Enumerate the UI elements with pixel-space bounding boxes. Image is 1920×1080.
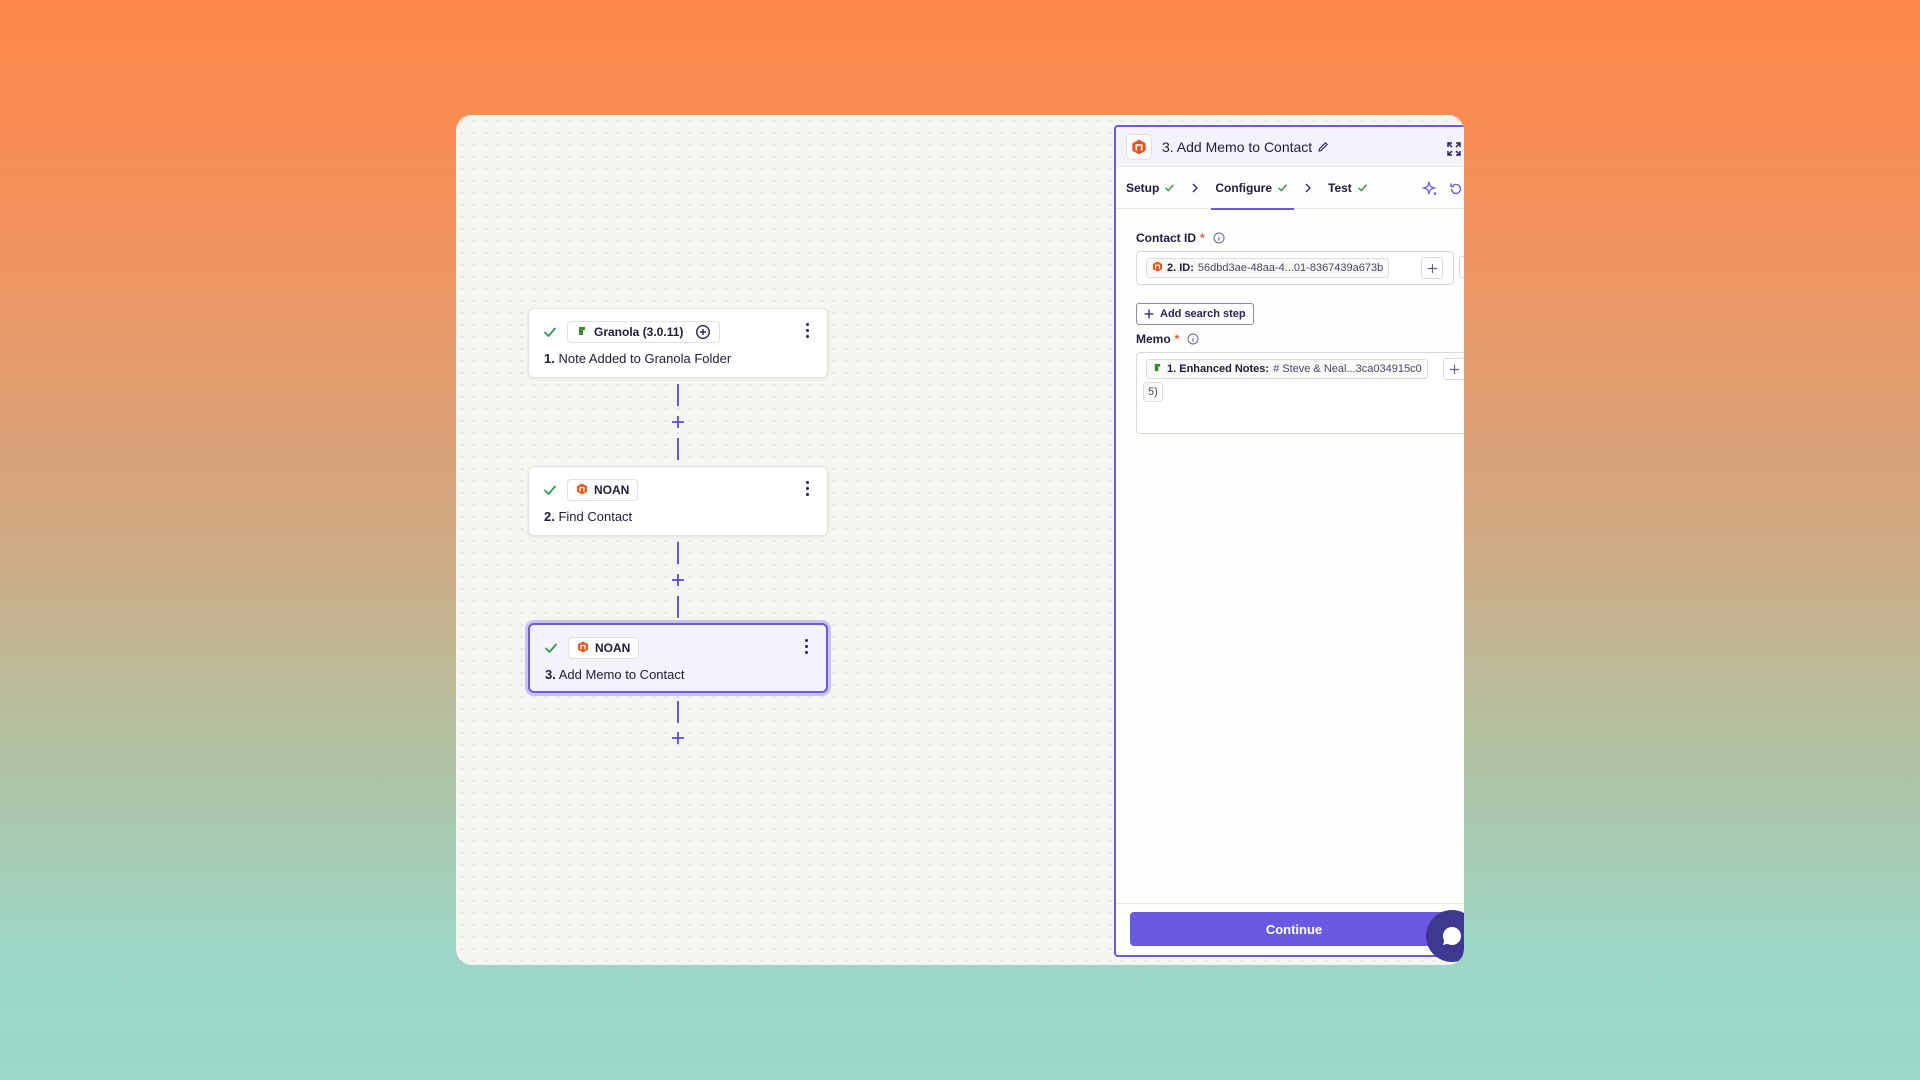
mapped-field-pill[interactable]: 1. Enhanced Notes: # Steve & Neal...3ca0… [1146, 359, 1428, 379]
step-title-text: Note Added to Granola Folder [558, 351, 732, 366]
app-chip: Granola (3.0.11) [567, 321, 721, 343]
tab-configure[interactable]: Configure [1211, 167, 1294, 210]
pill-key: 1. Enhanced Notes: [1167, 363, 1270, 375]
pill-value: # Steve & Neal...3ca034915c0 [1273, 363, 1422, 375]
step-card-header: NOAN [544, 637, 640, 659]
step-number: 3. [545, 667, 556, 682]
pill-value: 56dbd3ae-48aa-4...01-8367439a673b [1197, 262, 1384, 274]
app-name: NOAN [595, 641, 631, 655]
step-title-text: Add Memo to Contact [558, 667, 685, 682]
step-card-2[interactable]: NOAN 2. Find Contact [528, 466, 828, 536]
step-title-text: Find Contact [558, 509, 633, 524]
step-card-header: Granola (3.0.11) [543, 321, 721, 343]
step-number: 2. [544, 509, 555, 524]
insert-data-button[interactable] [1443, 358, 1464, 380]
connector-line [677, 438, 679, 460]
panel-title: 3. Add Memo to Contact [1162, 138, 1313, 155]
noan-logo-icon [576, 483, 588, 498]
field-label-text: Memo [1136, 332, 1171, 346]
step-card-3[interactable]: NOAN 3. Add Memo to Contact [528, 623, 828, 693]
field-label-text: Contact ID [1136, 231, 1196, 245]
mapped-field-pill-overflow: 5) [1143, 382, 1163, 402]
mapped-field-pill[interactable]: 2. ID: 56dbd3ae-48aa-4...01-8367439a673b [1146, 258, 1390, 278]
app-chip: NOAN [567, 479, 639, 501]
tab-test[interactable]: Test [1328, 167, 1368, 209]
plus-icon [672, 574, 684, 586]
noan-logo-icon [1152, 261, 1163, 275]
more-vertical-icon[interactable] [805, 481, 809, 497]
granola-logo-icon [576, 324, 588, 340]
plus-icon [1144, 309, 1154, 319]
chat-bubble-icon [1442, 927, 1461, 945]
check-icon [544, 641, 558, 655]
granola-logo-icon [1152, 362, 1163, 376]
pill-key: 2. ID: [1167, 262, 1194, 274]
step-tabs: Setup Configure Test [1116, 167, 1464, 210]
memo-field[interactable]: 1. Enhanced Notes: # Steve & Neal...3ca0… [1136, 352, 1464, 434]
pill-overflow-text: 5) [1148, 386, 1158, 398]
plus-icon [672, 732, 684, 744]
expand-icon[interactable] [1446, 141, 1462, 157]
step-title: 2. Find Contact [544, 509, 632, 524]
add-step-button[interactable] [669, 571, 687, 589]
app-name: Granola (3.0.11) [594, 325, 684, 339]
noan-logo-icon [577, 641, 589, 656]
more-vertical-icon[interactable] [804, 639, 808, 655]
app-chip: NOAN [568, 637, 640, 659]
info-icon[interactable] [1187, 333, 1199, 345]
plus-icon [1427, 263, 1437, 273]
plus-icon [672, 416, 684, 428]
check-icon [1278, 184, 1287, 192]
tab-setup[interactable]: Setup [1126, 167, 1175, 209]
step-editor-panel: 3. Add Memo to Contact Setup Configure T… [1114, 125, 1464, 957]
step-card-1[interactable]: Granola (3.0.11) 1. Note Added to Granol… [528, 308, 828, 378]
add-step-button[interactable] [669, 413, 687, 431]
check-icon [1165, 184, 1175, 192]
app-window: Granola (3.0.11) 1. Note Added to Granol… [456, 115, 1464, 965]
check-icon [543, 325, 557, 339]
panel-footer: Continue [1116, 903, 1464, 955]
button-label: Add search step [1160, 308, 1246, 320]
contact-id-field[interactable]: 2. ID: 56dbd3ae-48aa-4...01-8367439a673b [1136, 251, 1454, 285]
connector-line [677, 384, 679, 406]
app-name: NOAN [594, 483, 630, 497]
add-search-step-button[interactable]: Add search step [1136, 303, 1254, 325]
info-icon[interactable] [1213, 232, 1225, 244]
tab-label: Setup [1126, 180, 1160, 195]
refresh-icon[interactable] [1448, 181, 1464, 197]
required-mark: * [1200, 231, 1205, 245]
step-title: 1. Note Added to Granola Folder [544, 351, 731, 366]
connector-line [677, 701, 679, 723]
tab-label: Test [1328, 180, 1352, 195]
add-step-button[interactable] [669, 729, 687, 747]
chevron-right-icon [1191, 183, 1199, 193]
chevron-right-icon [1304, 183, 1312, 193]
required-mark: * [1174, 332, 1180, 346]
memo-label: Memo * [1136, 332, 1199, 346]
pencil-icon[interactable] [1317, 141, 1329, 153]
contact-id-label: Contact ID * [1136, 231, 1225, 245]
add-circle-icon[interactable] [695, 324, 711, 340]
continue-button[interactable]: Continue [1130, 912, 1458, 946]
check-icon [1357, 184, 1367, 192]
field-options-button[interactable] [1459, 256, 1464, 278]
step-card-header: NOAN [543, 479, 639, 501]
connector-line [677, 596, 679, 618]
check-icon [543, 483, 557, 497]
panel-header: 3. Add Memo to Contact [1116, 127, 1464, 167]
tab-tools [1422, 181, 1464, 197]
step-title: 3. Add Memo to Contact [545, 667, 684, 682]
noan-logo-icon [1126, 133, 1152, 160]
tab-label: Configure [1215, 180, 1273, 195]
plus-icon [1449, 364, 1459, 374]
more-vertical-icon[interactable] [805, 323, 809, 339]
ai-sparkle-icon[interactable] [1422, 181, 1438, 197]
insert-data-button[interactable] [1421, 257, 1443, 279]
step-number: 1. [544, 351, 555, 366]
connector-line [677, 542, 679, 564]
